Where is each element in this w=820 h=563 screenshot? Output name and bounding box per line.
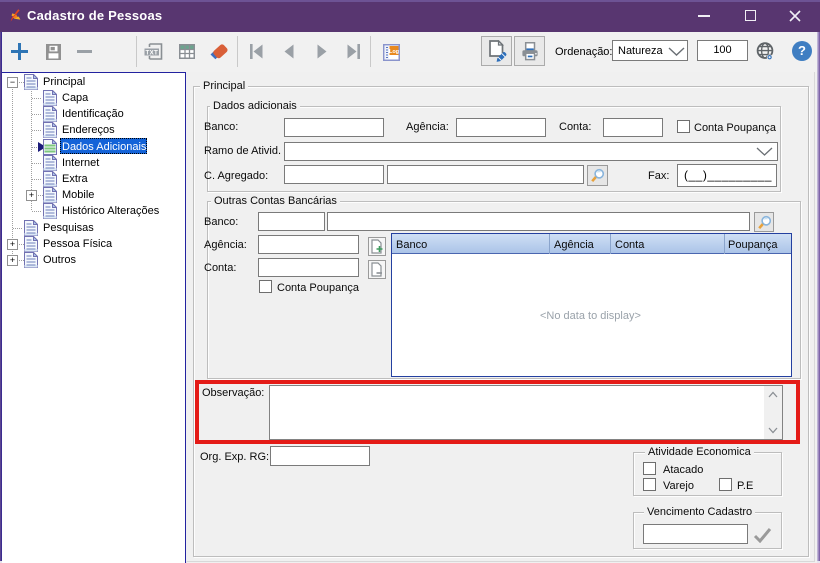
svg-text:Log: Log (389, 49, 399, 55)
svg-text:TXT: TXT (146, 49, 159, 56)
